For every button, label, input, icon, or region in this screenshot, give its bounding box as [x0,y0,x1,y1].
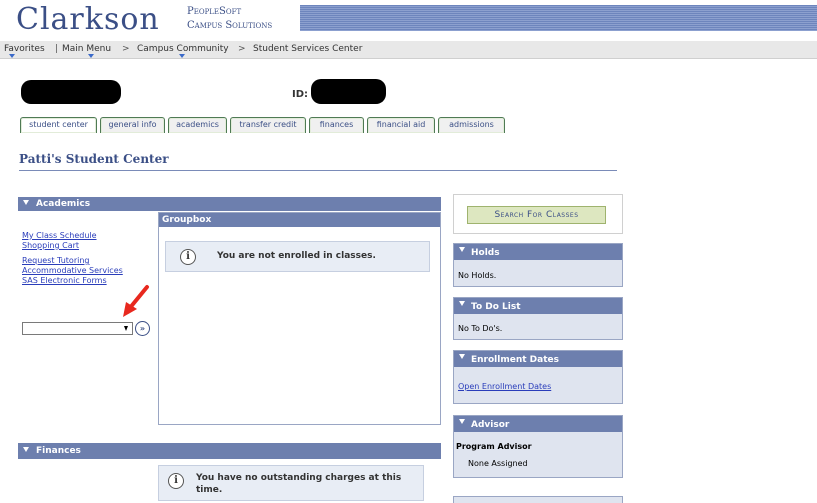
tab-general-info[interactable]: general info [100,117,165,133]
todo-header-label: To Do List [471,302,521,312]
search-classes-box: Search For Classes [453,194,623,234]
todo-text: No To Do's. [458,324,503,333]
academics-links: My Class Schedule Shopping Cart Request … [22,231,123,286]
todo-panel: To Do List No To Do's. [453,297,623,340]
holds-header[interactable]: Holds [454,244,622,260]
program-advisor-label: Program Advisor [456,442,532,451]
header-band [300,5,817,31]
finances-message: i You have no outstanding charges at thi… [158,465,424,501]
collapse-triangle-icon[interactable] [459,247,465,252]
finances-section-header[interactable]: Finances [18,443,441,459]
tab-financial-aid[interactable]: financial aid [367,117,435,133]
nav-favorites[interactable]: Favorites [4,44,45,54]
link-shopping-cart[interactable]: Shopping Cart [22,241,123,251]
red-arrow-annotation [123,285,149,317]
id-label: ID: [292,89,309,100]
brand-line-2: Campus Solutions [187,20,273,31]
nav-divider: | [55,44,59,54]
brand-name: Clarkson [16,2,160,37]
nav-campus-community[interactable]: Campus Community [137,44,229,54]
breadcrumb-separator: > [122,44,130,54]
breadcrumb-separator: > [238,44,246,54]
finances-message-text: You have no outstanding charges at this … [196,473,402,495]
title-divider [19,170,617,171]
search-for-classes-button[interactable]: Search For Classes [467,206,606,224]
tab-admissions[interactable]: admissions [438,117,505,133]
tab-finances[interactable]: finances [309,117,364,133]
enrollment-dates-header[interactable]: Enrollment Dates [454,351,622,367]
tab-academics[interactable]: academics [168,117,227,133]
finances-header-label: Finances [36,446,81,456]
advisor-header[interactable]: Advisor [454,416,622,432]
todo-header[interactable]: To Do List [454,298,622,314]
go-button[interactable]: » [135,321,150,336]
holds-text: No Holds. [458,271,497,280]
collapse-triangle-icon[interactable] [459,301,465,306]
redacted-student-id [311,79,386,104]
info-icon: i [180,249,196,265]
nav-student-services-center[interactable]: Student Services Center [253,44,362,54]
enrollment-message: i You are not enrolled in classes. [165,241,430,272]
enrollment-message-text: You are not enrolled in classes. [217,251,376,261]
academics-groupbox: Groupbox i You are not enrolled in class… [158,212,441,425]
collapse-triangle-icon[interactable] [23,200,29,205]
advisor-header-label: Advisor [471,420,510,430]
redacted-student-name [21,80,121,104]
campus-community-dropdown-icon[interactable] [179,54,185,58]
dropdown-arrow-icon[interactable] [124,326,128,331]
main-menu-dropdown-icon[interactable] [88,54,94,58]
favorites-dropdown-icon[interactable] [9,54,15,58]
link-my-class-schedule[interactable]: My Class Schedule [22,231,123,241]
advisor-value: None Assigned [468,459,528,468]
info-icon: i [168,473,184,489]
academics-other-select[interactable] [22,322,133,335]
brand-line-1: PeopleSoft [187,6,242,17]
academics-header-label: Academics [36,199,91,209]
advisor-panel: Advisor Program Advisor None Assigned [453,415,623,478]
navigation-bar: Favorites | Main Menu > Campus Community… [0,41,817,59]
groupbox-header: Groupbox [159,213,440,227]
holds-panel: Holds No Holds. [453,243,623,287]
double-chevron-right-icon: » [139,324,146,333]
nav-main-menu[interactable]: Main Menu [62,44,111,54]
tab-transfer-credit[interactable]: transfer credit [230,117,306,133]
link-accommodative-services[interactable]: Accommodative Services [22,266,123,276]
collapse-triangle-icon[interactable] [459,419,465,424]
page-title: Patti's Student Center [19,152,169,166]
link-request-tutoring[interactable]: Request Tutoring [22,256,123,266]
academics-section-header[interactable]: Academics [18,197,441,211]
enrollment-dates-header-label: Enrollment Dates [471,355,559,365]
collapse-triangle-icon[interactable] [23,447,29,452]
collapse-triangle-icon[interactable] [459,354,465,359]
tab-student-center[interactable]: student center [20,117,97,133]
next-panel-edge [453,496,623,503]
holds-header-label: Holds [471,248,500,258]
link-sas-electronic-forms[interactable]: SAS Electronic Forms [22,276,123,286]
enrollment-dates-panel: Enrollment Dates Open Enrollment Dates [453,350,623,404]
link-open-enrollment-dates[interactable]: Open Enrollment Dates [458,382,551,391]
